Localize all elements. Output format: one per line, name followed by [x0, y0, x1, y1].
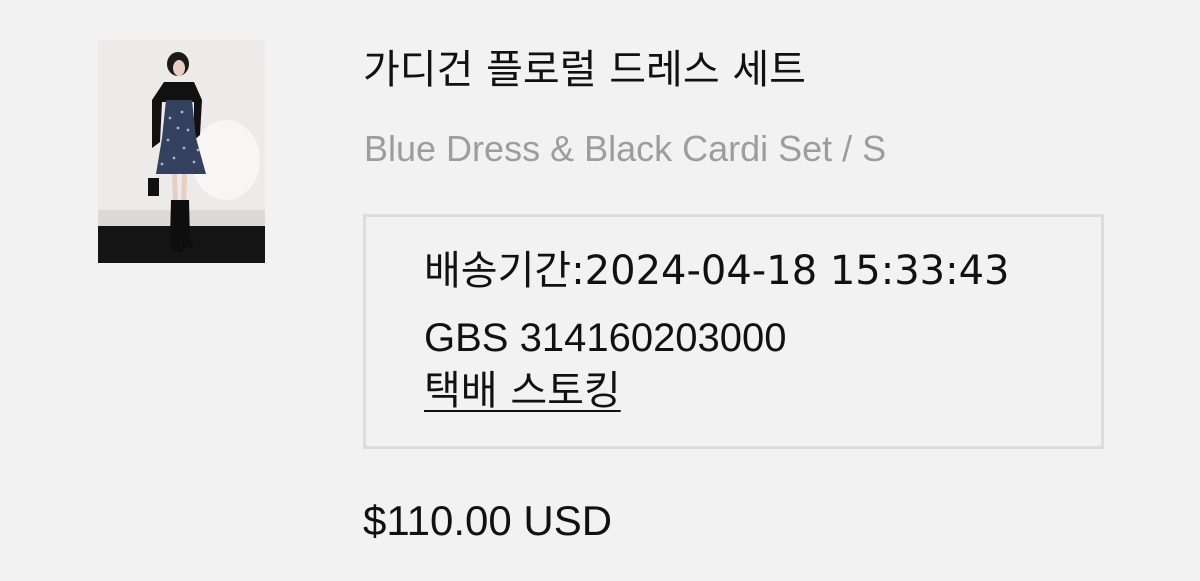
shipping-date: 배송기간:2024-04-18 15:33:43 — [424, 248, 1010, 294]
tracking-link[interactable]: 택배 스토킹 — [424, 367, 621, 415]
product-title[interactable]: 가디건 플로럴 드레스 세트 — [363, 44, 806, 96]
product-price: $110.00 USD — [363, 497, 613, 544]
shipping-info-box: 배송기간:2024-04-18 15:33:43 GBS 31416020300… — [363, 214, 1104, 449]
tracking-number: GBS 314160203000 — [424, 316, 787, 360]
product-thumbnail[interactable] — [98, 40, 265, 263]
order-item: 가디건 플로럴 드레스 세트 Blue Dress & Black Cardi … — [0, 0, 1200, 581]
product-variant: Blue Dress & Black Cardi Set / S — [364, 128, 887, 169]
